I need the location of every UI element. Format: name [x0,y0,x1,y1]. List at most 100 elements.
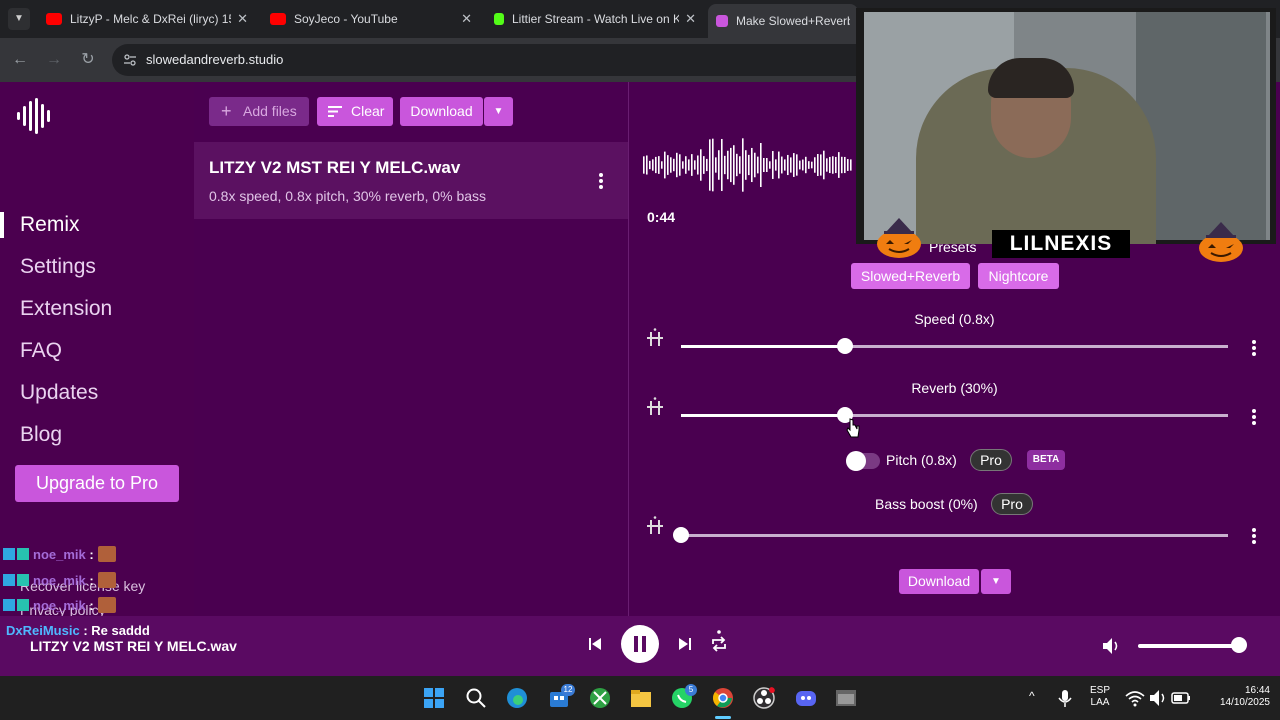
speed-slider[interactable] [681,338,1228,354]
url-text: slowedandreverb.studio [146,52,284,67]
tab-litzyp[interactable]: LitzyP - Melc & DxRei (liryc) 15/ ✕ [38,5,256,33]
bass-pro-badge[interactable]: Pro [991,493,1033,515]
sidebar-item-blog[interactable]: Blog [20,423,62,447]
app-logo-icon[interactable] [16,98,54,134]
waveform-bar [787,154,789,176]
chrome-icon[interactable] [712,687,734,709]
forward-icon[interactable]: → [44,50,64,70]
drag-handle-icon[interactable] [647,328,663,348]
clear-list-icon [328,106,342,117]
close-tab-icon[interactable]: ✕ [461,11,472,27]
edge-browser-icon[interactable] [506,687,528,709]
tray-chevron-up-icon[interactable]: ^ [1029,690,1035,702]
download-button[interactable]: Download [400,97,483,126]
waveform[interactable] [643,137,855,193]
app-window-icon[interactable] [835,687,857,709]
previous-track-icon[interactable] [588,637,602,651]
waveform-bar [658,156,660,174]
language-code: ESP [1089,685,1110,696]
player-download-caret-icon[interactable]: ▼ [981,569,1011,594]
tab-search-chevron-icon[interactable]: ▼ [8,8,30,30]
windows-taskbar: 12 5 ^ ESP LAA 16:44 14/10/2025 [0,676,1280,720]
badge-icon [17,574,29,586]
waveform-bar [766,158,768,172]
tab-title: Littier Stream - Watch Live on K [512,12,680,26]
battery-icon[interactable] [1170,687,1192,709]
clock[interactable]: 16:44 14/10/2025 [1200,685,1270,709]
waveform-bar [706,158,708,172]
sidebar-item-settings[interactable]: Settings [20,255,96,279]
now-playing-title: LITZY V2 MST REI Y MELC.wav [30,638,237,654]
waveform-bar [757,156,759,174]
file-explorer-icon[interactable] [630,687,652,709]
preset-slowed-reverb[interactable]: Slowed+Reverb [851,263,970,289]
waveform-bar [820,154,822,176]
bass-slider-thumb[interactable] [673,527,689,543]
bass-menu-icon[interactable] [1251,527,1257,545]
xbox-icon[interactable] [589,687,611,709]
tab-kick-stream[interactable]: Littier Stream - Watch Live on K ✕ [486,5,704,33]
close-tab-icon[interactable]: ✕ [685,11,696,27]
close-tab-icon[interactable]: ✕ [237,11,248,27]
badge-icon [17,599,29,611]
add-files-button[interactable]: + Add files [209,97,309,126]
repeat-icon[interactable] [710,630,728,654]
download-options-caret-icon[interactable]: ▼ [484,97,513,126]
microphone-icon[interactable] [1054,687,1076,709]
clear-button[interactable]: Clear [317,97,393,126]
search-icon[interactable] [465,687,487,709]
pitch-toggle[interactable] [846,451,880,471]
file-list-item[interactable]: LITZY V2 MST REI Y MELC.wav 0.8x speed, … [194,142,628,219]
waveform-bar [661,161,663,169]
url-field[interactable]: slowedandreverb.studio [112,44,872,76]
pitch-pro-badge[interactable]: Pro [970,449,1012,471]
waveform-bar [823,150,825,180]
obs-icon[interactable] [753,687,775,709]
waveform-bar [832,156,834,174]
preset-nightcore[interactable]: Nightcore [978,263,1059,289]
volume-slider[interactable] [1138,644,1244,648]
reload-icon[interactable]: ↻ [78,50,98,70]
sidebar-item-remix[interactable]: Remix [20,213,80,237]
pumpkin-icon [877,218,921,258]
site-settings-icon[interactable] [124,53,136,67]
waveform-bar [736,153,738,177]
waveform-bar [742,138,744,192]
badge-icon [3,574,15,586]
waveform-bar [709,139,711,191]
bass-slider[interactable] [673,527,1228,543]
sidebar-item-updates[interactable]: Updates [20,381,98,405]
player-download-button[interactable]: Download [899,569,979,594]
sidebar-item-extension[interactable]: Extension [20,297,112,321]
speaker-icon[interactable] [1147,687,1169,709]
back-icon[interactable]: ← [10,50,30,70]
clock-time: 16:44 [1244,685,1270,696]
next-track-icon[interactable] [678,637,692,651]
upgrade-to-pro-button[interactable]: Upgrade to Pro [15,465,179,502]
tab-title: Make Slowed+Reverb, S [736,14,850,28]
pause-button[interactable] [621,625,659,663]
speed-menu-icon[interactable] [1251,339,1257,357]
discord-icon[interactable] [795,687,817,709]
tab-soyjeco[interactable]: SoyJeco - YouTube ✕ [262,5,480,33]
drag-handle-icon[interactable] [647,516,663,536]
windows-start-icon[interactable] [423,687,445,709]
waveform-bar [790,157,792,173]
language-indicator[interactable]: ESP LAA [1086,685,1114,709]
reverb-menu-icon[interactable] [1251,408,1257,426]
drag-handle-icon[interactable] [647,397,663,417]
speed-slider-thumb[interactable] [837,338,854,354]
youtube-icon [270,13,286,25]
waveform-bar [760,142,762,188]
tab-slowed-reverb[interactable]: Make Slowed+Reverb, S [708,4,858,38]
volume-slider-thumb[interactable] [1231,637,1247,653]
wifi-icon[interactable] [1124,687,1146,709]
file-menu-icon[interactable] [598,172,604,190]
reverb-slider[interactable] [681,407,1228,423]
sidebar-item-faq[interactable]: FAQ [20,339,62,363]
volume-icon[interactable] [1102,637,1122,655]
waveform-bar [748,154,750,176]
emote-icon [97,572,116,588]
waveform-bar [784,159,786,171]
waveform-bar [724,155,726,175]
